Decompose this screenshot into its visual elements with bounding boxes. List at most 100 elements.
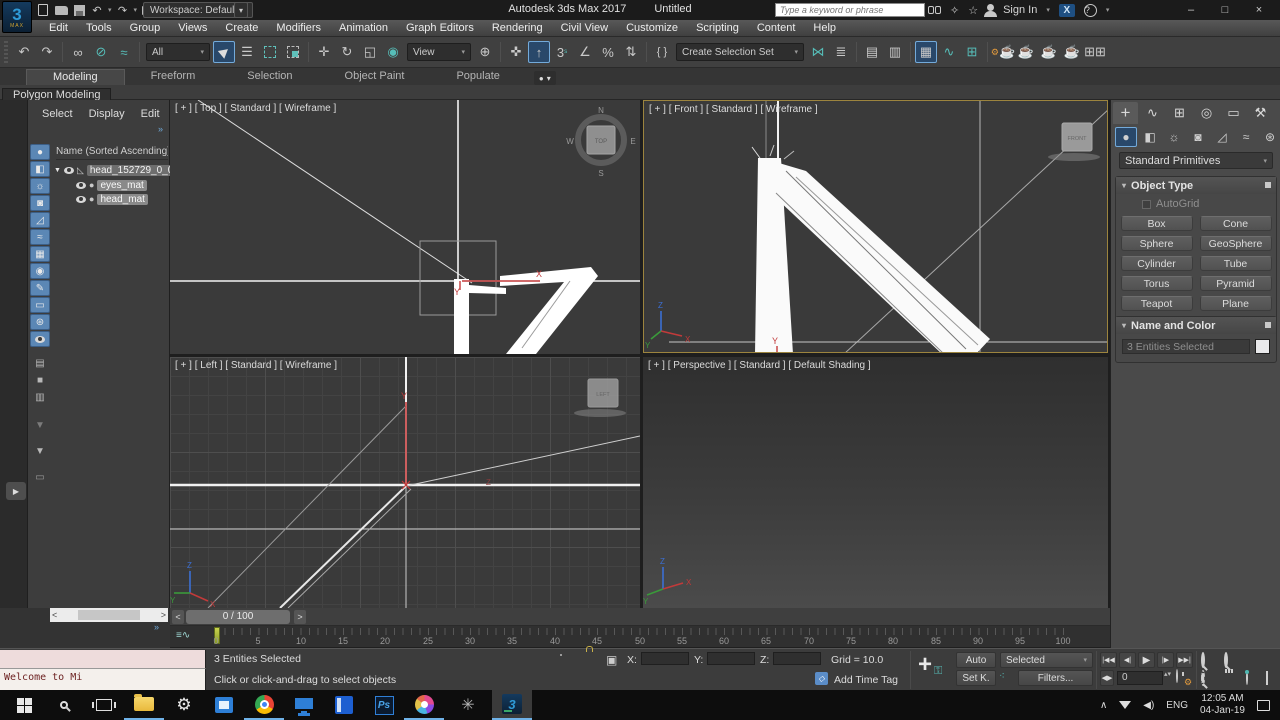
help-caret[interactable]: ▾ [1106,6,1110,14]
keyboard-shortcut-override-icon[interactable]: ↑ [528,41,550,63]
auto-key-button[interactable]: Auto [956,652,996,668]
menu-group[interactable]: Group [121,22,170,34]
next-frame-button[interactable]: |▶ [1157,652,1174,668]
explorer-menu-select[interactable]: Select [42,108,73,120]
viewport-front-label[interactable]: [ + ] [ Front ] [ Standard ] [ Wireframe… [649,104,818,115]
ribbon-config-button[interactable]: ●▾ [534,71,556,85]
select-and-rotate-icon[interactable]: ↻ [336,41,358,63]
goto-start-button[interactable]: |◀◀ [1100,652,1117,668]
this-pc-icon[interactable] [284,690,324,720]
menu-edit[interactable]: Edit [40,22,77,34]
render-production-icon[interactable]: ☕ [1038,41,1060,63]
close-button[interactable]: × [1242,0,1276,20]
tube-button[interactable]: Tube [1200,256,1272,271]
3dsmax-taskbar-icon[interactable]: 3 [492,690,532,720]
app-logo-icon[interactable]: 3 MAX [2,1,32,33]
menu-help[interactable]: Help [804,22,845,34]
visibility-eye-icon[interactable] [76,182,86,189]
rendered-frame-window-icon[interactable]: ⊞⊞ [1084,41,1106,63]
select-object-icon[interactable] [213,41,235,63]
mirror-icon[interactable]: ⋈ [807,41,829,63]
unlink-selection-icon[interactable]: ⊘ [90,41,112,63]
y-coord-field[interactable] [707,652,755,665]
settings-gear-icon[interactable]: ⚙ [164,690,204,720]
time-slider[interactable]: < 0 / 100 > [170,608,1110,626]
ribbon-toggle-icon[interactable]: ▦ [915,41,937,63]
menu-graph-editors[interactable]: Graph Editors [397,22,483,34]
filter-particles-icon[interactable]: ⊛ [30,314,50,330]
workspace-more-button[interactable]: ▾ [234,2,248,18]
next-frame-arrow[interactable]: > [294,610,306,624]
minimize-button[interactable]: – [1174,0,1208,20]
paint3d-icon[interactable] [404,690,444,720]
bind-to-space-warp-icon[interactable]: ≈ [113,41,135,63]
menu-modifiers[interactable]: Modifiers [267,22,330,34]
category-systems-icon[interactable]: ⊛ [1259,127,1280,147]
select-and-link-icon[interactable]: ∞ [67,41,89,63]
rectangular-selection-region-icon[interactable] [259,41,281,63]
play-button[interactable]: ▶ [1138,652,1155,668]
maximize-button[interactable]: □ [1208,0,1242,20]
redo-caret[interactable]: ▾ [134,6,138,14]
tab-utilities-icon[interactable]: ⚒ [1248,102,1273,124]
object-name-field[interactable]: 3 Entities Selected [1122,339,1250,354]
zoom-icon[interactable] [1201,654,1205,666]
category-shapes-icon[interactable]: ◧ [1139,127,1161,147]
absolute-offset-mode-icon[interactable]: ▣ [606,653,617,667]
tab-hierarchy-icon[interactable]: ⊞ [1167,102,1192,124]
task-view-icon[interactable] [84,690,124,720]
tab-populate[interactable]: Populate [430,69,525,85]
explorer-h-scrollbar[interactable]: < > [50,608,168,622]
filter-geometry-icon[interactable]: ● [30,144,50,160]
category-cameras-icon[interactable]: ◙ [1187,127,1209,147]
rollout-pin[interactable] [1265,322,1271,328]
set-key-mode-button[interactable]: Set K. [956,670,996,686]
tab-selection[interactable]: Selection [221,69,318,85]
curve-editor-icon[interactable]: ∿ [938,41,960,63]
key-filters-icon[interactable]: ⁖ [999,671,1005,682]
region-zoom-icon[interactable] [1201,672,1205,684]
menu-tools[interactable]: Tools [77,22,121,34]
spinner-snap-icon[interactable]: ⇅ [620,41,642,63]
save-file-icon[interactable] [72,3,86,17]
key-mode-toggle[interactable]: ◀▶ [1100,670,1114,686]
cylinder-button[interactable]: Cylinder [1121,256,1193,271]
toolbar-grip[interactable] [4,41,8,63]
mini-curve-editor-icon[interactable]: ≡∿ [176,630,190,641]
explorer-row-head[interactable]: ▼ ◺ head_152729_0_0_ [54,163,182,177]
signin-caret[interactable]: ▾ [1046,6,1050,14]
select-and-manipulate-icon[interactable]: ✜ [505,41,527,63]
z-coord-field[interactable] [773,652,821,665]
explorer-row-eyes-mat[interactable]: ● eyes_mat [76,178,147,192]
visibility-eye-icon[interactable] [76,196,86,203]
goto-end-button[interactable]: ▶▶| [1176,652,1193,668]
percent-snap-icon[interactable]: % [597,41,619,63]
geosphere-button[interactable]: GeoSphere [1200,236,1272,251]
previous-frame-button[interactable]: ◀| [1119,652,1136,668]
explorer-blank-icon[interactable]: ■ [30,372,50,388]
select-and-move-icon[interactable]: ✛ [313,41,335,63]
pyramid-button[interactable]: Pyramid [1200,276,1272,291]
tray-clock[interactable]: 12:05 AM 04-Jan-19 [1200,693,1245,717]
visibility-eye-icon[interactable] [64,167,74,174]
maxscript-mini-listener-white[interactable]: Welcome to Mi [0,669,206,690]
language-indicator[interactable]: ENG [1166,700,1188,711]
object-color-swatch[interactable] [1255,339,1270,354]
use-pivot-center-icon[interactable]: ⊕ [474,41,496,63]
filter-xrefs-icon[interactable]: ◉ [30,263,50,279]
category-helpers-icon[interactable]: ◿ [1211,127,1233,147]
filter-spacewarps-icon[interactable]: ≈ [30,229,50,245]
menu-customize[interactable]: Customize [617,22,687,34]
menu-civil-view[interactable]: Civil View [552,22,617,34]
object-type-header[interactable]: ▾ Object Type [1116,177,1276,194]
menu-content[interactable]: Content [748,22,805,34]
tab-object-paint[interactable]: Object Paint [319,69,431,85]
explorer-menu-display[interactable]: Display [89,108,125,120]
tab-display-icon[interactable]: ▭ [1221,102,1246,124]
time-tag-cube-icon[interactable]: ◇ [815,672,828,685]
plane-button[interactable]: Plane [1200,296,1272,311]
volume-icon[interactable]: ◀) [1143,700,1154,711]
category-spacewarps-icon[interactable]: ≈ [1235,127,1257,147]
tab-create-icon[interactable]: + [1113,102,1138,124]
filter-shapes-icon[interactable]: ◧ [30,161,50,177]
